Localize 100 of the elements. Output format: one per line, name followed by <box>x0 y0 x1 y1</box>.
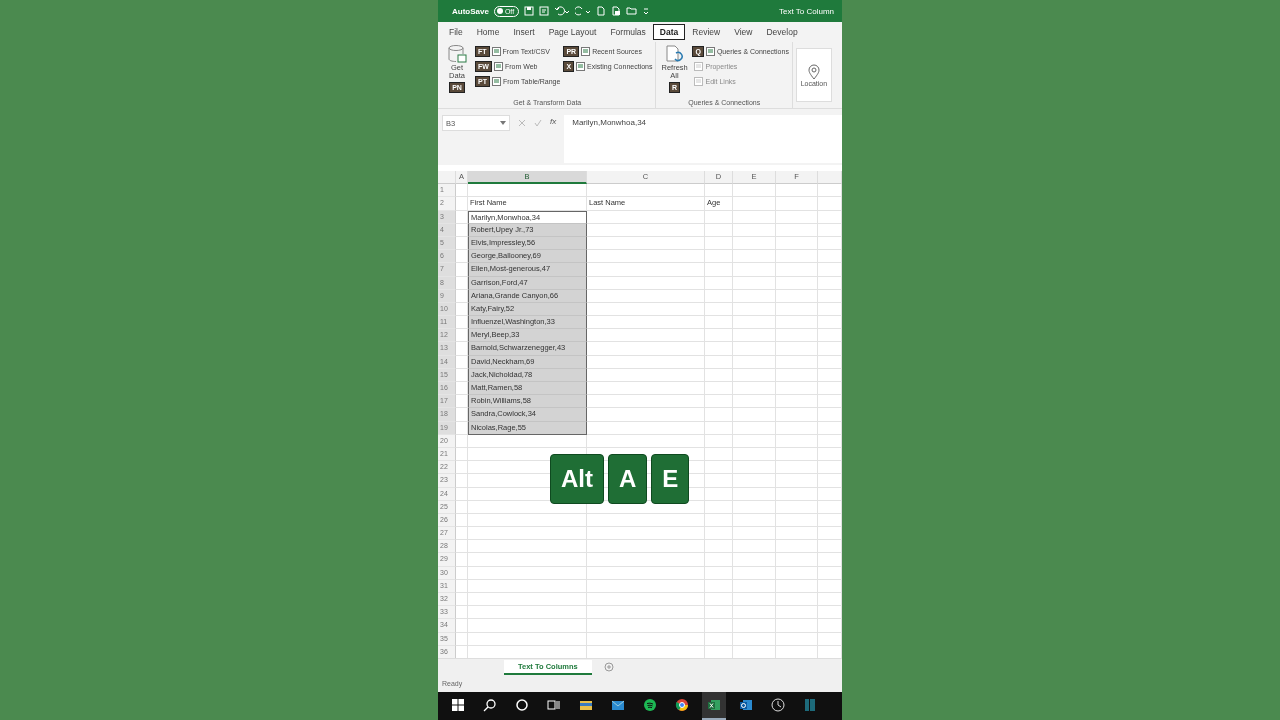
table-cell <box>818 513 842 528</box>
table-cell <box>776 474 818 488</box>
save-icon[interactable] <box>524 6 535 16</box>
table-cell <box>705 236 733 251</box>
table-cell <box>705 223 733 237</box>
table-cell <box>818 606 842 620</box>
table-cell <box>705 606 733 620</box>
table-cell <box>733 223 776 237</box>
function-icon[interactable]: fx <box>550 117 557 126</box>
table-cell <box>456 513 468 528</box>
table-cell <box>818 579 842 593</box>
table-cell <box>705 342 733 356</box>
table-cell <box>456 579 468 593</box>
table-cell <box>818 632 842 646</box>
table-cell <box>733 447 776 462</box>
table-cell <box>818 553 842 567</box>
table-cell <box>733 197 776 211</box>
table-cell <box>705 527 733 541</box>
form-icon[interactable] <box>539 6 550 16</box>
table-cell <box>705 263 733 277</box>
table-cell <box>733 355 776 369</box>
table-cell <box>705 408 733 422</box>
document-icon <box>694 62 704 71</box>
table-cell <box>733 329 776 343</box>
table-cell <box>818 408 842 422</box>
ribbon-tab[interactable]: Page Layout <box>541 24 604 40</box>
ribbon-tab[interactable]: Home <box>469 24 507 40</box>
table-cell <box>818 289 842 303</box>
table-cell <box>818 329 842 343</box>
table-cell <box>733 289 776 303</box>
table-cell <box>705 184 733 198</box>
table-cell <box>818 263 842 277</box>
keystroke-toast: Alt <box>550 454 604 504</box>
table-cell <box>456 619 468 633</box>
pdf-icon[interactable] <box>611 6 622 16</box>
table-cell <box>456 540 468 554</box>
table-cell <box>776 619 818 633</box>
table-cell <box>818 355 842 369</box>
ribbon-tab[interactable]: View <box>727 24 760 40</box>
table-cell <box>818 342 842 356</box>
table-cell <box>733 368 776 382</box>
table-cell <box>733 593 776 607</box>
ribbon-tab[interactable]: Develop <box>759 24 805 40</box>
ribbon-tab[interactable]: Formulas <box>603 24 653 40</box>
table-cell <box>705 382 733 396</box>
table-cell <box>733 540 776 554</box>
table-cell <box>733 553 776 567</box>
new-file-icon[interactable] <box>596 6 607 16</box>
table-cell <box>733 184 776 198</box>
table-cell <box>776 368 818 382</box>
table-cell <box>456 434 468 448</box>
ribbon-tab[interactable]: File <box>442 24 470 40</box>
table-cell <box>818 540 842 554</box>
table-cell <box>705 553 733 567</box>
table-cell <box>776 434 818 448</box>
table-cell <box>733 421 776 435</box>
table-cell <box>733 513 776 528</box>
table-cell <box>776 527 818 541</box>
table-cell <box>705 355 733 369</box>
formula-field[interactable]: Marilyn,Monwhoa,34 <box>564 115 842 163</box>
customize-icon[interactable] <box>642 6 651 16</box>
table-cell <box>733 487 776 501</box>
table-cell <box>776 263 818 277</box>
keystroke-toast: A <box>608 454 648 504</box>
table-cell <box>456 527 468 541</box>
table-cell <box>705 461 733 475</box>
ribbon-tab[interactable]: Review <box>685 24 728 40</box>
autosave-label: AutoSave <box>452 6 489 16</box>
redo-icon[interactable] <box>575 6 592 16</box>
table-cell <box>776 197 818 211</box>
table-cell <box>705 434 733 448</box>
table-cell <box>818 461 842 475</box>
table-cell <box>776 593 818 607</box>
table-cell <box>456 197 468 211</box>
document-icon <box>581 47 591 56</box>
undo-icon[interactable] <box>554 6 571 16</box>
table-cell <box>705 566 733 580</box>
table-cell <box>818 250 842 264</box>
table-cell <box>733 632 776 646</box>
table-cell <box>776 355 818 369</box>
table-cell <box>733 382 776 396</box>
table-cell <box>776 606 818 620</box>
table-cell <box>733 210 776 224</box>
ribbon-tab[interactable]: Data <box>652 24 686 40</box>
table-cell <box>776 236 818 251</box>
table-cell <box>733 302 776 317</box>
table-cell <box>818 223 842 237</box>
sheet-icon[interactable] <box>702 692 726 720</box>
table-cell <box>776 302 818 317</box>
table-cell <box>705 579 733 593</box>
table-cell <box>776 553 818 567</box>
table-cell <box>776 342 818 356</box>
table-cell <box>776 210 818 224</box>
table-cell <box>818 500 842 514</box>
table-cell <box>705 513 733 528</box>
table-cell <box>776 395 818 409</box>
ribbon-tab[interactable]: Insert <box>506 24 542 40</box>
document-icon <box>576 62 586 71</box>
table-cell <box>818 619 842 633</box>
table-cell <box>776 250 818 264</box>
